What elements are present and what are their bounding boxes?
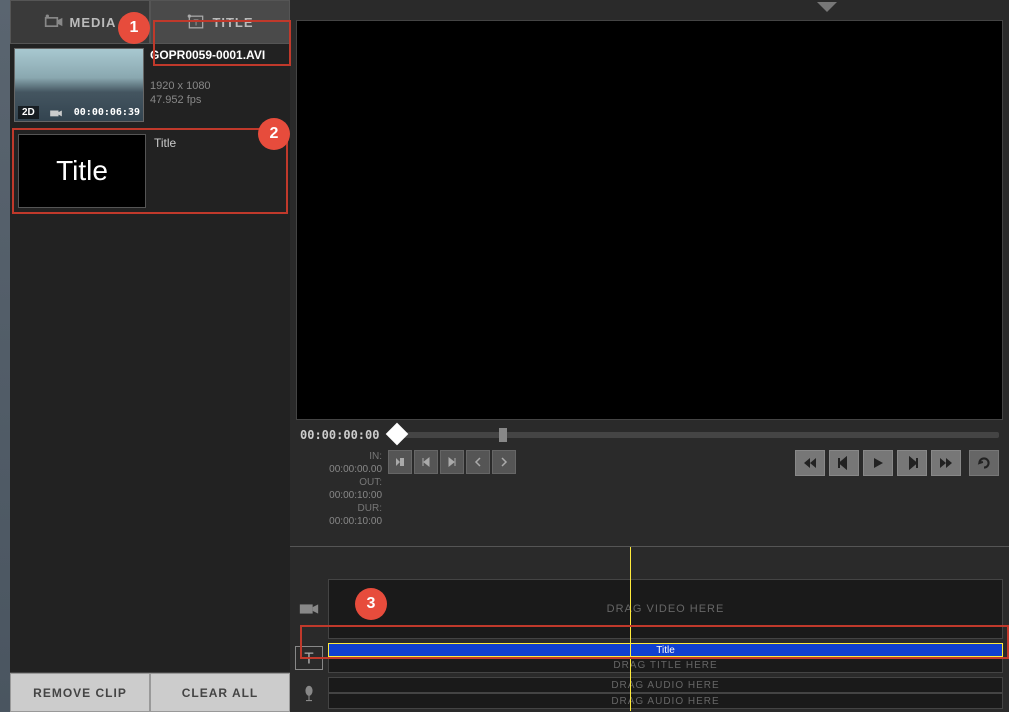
trim-right-button[interactable] xyxy=(492,450,516,474)
svg-text:T: T xyxy=(304,651,314,668)
preview-monitor[interactable] xyxy=(296,20,1003,420)
video-track-row: DRAG VIDEO HERE xyxy=(290,577,1009,641)
transport-row: IN: 00:00:00.00 OUT: 00:00:10:00 DUR: 00… xyxy=(300,450,999,528)
media-list: 2D 00:00:06:39 GOPR0059-0001.AVI 1920 x … xyxy=(10,44,290,672)
timeline-playhead[interactable] xyxy=(630,547,631,711)
scrubber-playhead[interactable] xyxy=(386,423,409,446)
media-item[interactable]: 2D 00:00:06:39 GOPR0059-0001.AVI 1920 x … xyxy=(12,46,288,124)
dur-value: 00:00:10:00 xyxy=(329,516,382,527)
video-track-icon xyxy=(290,600,328,618)
media-info: GOPR0059-0001.AVI 1920 x 1080 47.952 fps xyxy=(150,48,265,122)
text-icon: T xyxy=(186,14,206,30)
audio-track-icon xyxy=(290,684,328,702)
topbar xyxy=(290,0,1009,20)
sidebar-tabs: MEDIA T TITLE xyxy=(10,0,290,44)
clip-filename: GOPR0059-0001.AVI xyxy=(150,48,265,62)
title-track-icon: T xyxy=(295,646,323,670)
camera-icon xyxy=(44,14,64,30)
scrubber-marker[interactable] xyxy=(499,428,507,442)
clear-all-button[interactable]: CLEAR ALL xyxy=(150,673,290,712)
audio-tracks: DRAG AUDIO HERE DRAG AUDIO HERE xyxy=(328,677,1003,709)
fast-forward-button[interactable] xyxy=(931,450,961,476)
annotation-2: 2 xyxy=(258,118,290,150)
timecode-info: IN: 00:00:00.00 OUT: 00:00:10:00 DUR: 00… xyxy=(300,450,382,528)
annotation-1: 1 xyxy=(118,12,150,44)
dur-label: DUR: xyxy=(354,502,382,515)
dropdown-arrow-icon xyxy=(815,0,839,14)
in-label: IN: xyxy=(354,450,382,463)
main-area: 00:00:00:00 IN: 00:00:00.00 OUT: 00:00:1… xyxy=(290,0,1009,712)
annotation-3: 3 xyxy=(355,588,387,620)
title-track-row: T Title DRAG TITLE HERE xyxy=(290,641,1009,675)
play-button[interactable] xyxy=(863,450,893,476)
title-clip-on-track[interactable]: Title xyxy=(328,643,1003,657)
title-track-placeholder[interactable]: DRAG TITLE HERE xyxy=(328,657,1003,673)
out-value: 00:00:10:00 xyxy=(329,490,382,501)
mark-in-button[interactable] xyxy=(388,450,412,474)
play-controls xyxy=(795,450,961,476)
sidebar-footer: REMOVE CLIP CLEAR ALL xyxy=(10,672,290,712)
loop-button[interactable] xyxy=(969,450,999,476)
step-forward-button[interactable] xyxy=(897,450,927,476)
scrubber-track[interactable] xyxy=(389,432,999,438)
rewind-button[interactable] xyxy=(795,450,825,476)
title-track-container: Title DRAG TITLE HERE xyxy=(328,643,1003,673)
video-track[interactable]: DRAG VIDEO HERE xyxy=(328,579,1003,639)
thumbnail-overlay: 2D 00:00:06:39 xyxy=(18,106,140,119)
title-thumbnail: Title xyxy=(18,134,146,208)
tab-title[interactable]: T TITLE xyxy=(150,0,290,44)
title-label: Title xyxy=(154,134,176,208)
transport-panel: 00:00:00:00 IN: 00:00:00.00 OUT: 00:00:1… xyxy=(290,420,1009,536)
timeline: DRAG VIDEO HERE T Title DRAG TITLE HERE … xyxy=(290,546,1009,711)
badge-2d: 2D xyxy=(18,106,39,119)
title-item[interactable]: Title Title xyxy=(12,128,288,214)
clip-duration: 00:00:06:39 xyxy=(74,107,140,118)
small-camera-icon xyxy=(49,108,63,118)
scrubber: 00:00:00:00 xyxy=(300,428,999,442)
sidebar: MEDIA T TITLE 2D 00:00:06:39 GOPR0059- xyxy=(10,0,290,712)
step-back-button[interactable] xyxy=(829,450,859,476)
out-label: OUT: xyxy=(354,476,382,489)
timecode-position: 00:00:00:00 xyxy=(300,428,379,442)
audio-track-2[interactable]: DRAG AUDIO HERE xyxy=(328,693,1003,709)
trim-left-button[interactable] xyxy=(466,450,490,474)
svg-text:T: T xyxy=(194,17,199,27)
prev-frame-button[interactable] xyxy=(414,450,438,474)
clip-fps: 47.952 fps xyxy=(150,94,265,106)
media-thumbnail: 2D 00:00:06:39 xyxy=(14,48,144,122)
audio-track-1[interactable]: DRAG AUDIO HERE xyxy=(328,677,1003,693)
remove-clip-button[interactable]: REMOVE CLIP xyxy=(10,673,150,712)
tab-media-label: MEDIA xyxy=(70,15,117,30)
tab-title-label: TITLE xyxy=(212,15,253,30)
audio-track-row: DRAG AUDIO HERE DRAG AUDIO HERE xyxy=(290,675,1009,711)
in-value: 00:00:00.00 xyxy=(329,464,382,475)
left-divider xyxy=(0,0,10,712)
trim-controls xyxy=(388,450,516,474)
clip-resolution: 1920 x 1080 xyxy=(150,80,265,92)
next-frame-button[interactable] xyxy=(440,450,464,474)
